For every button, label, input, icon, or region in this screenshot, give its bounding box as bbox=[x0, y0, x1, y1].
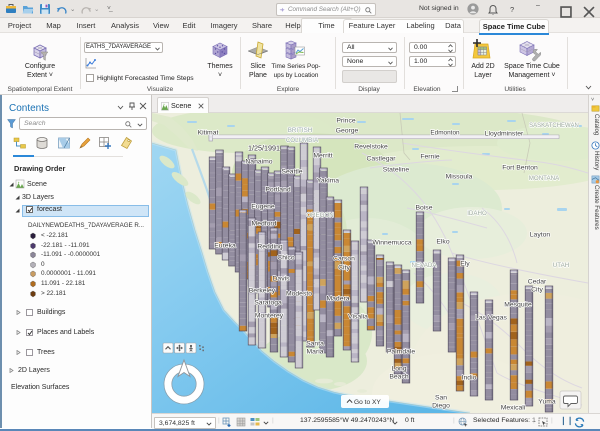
svg-text:Ely: Ely bbox=[460, 260, 470, 267]
svg-text:SASKATCHEWAN: SASKATCHEWAN bbox=[529, 123, 579, 129]
svg-text:Go to XY: Go to XY bbox=[354, 399, 381, 406]
svg-text:George: George bbox=[336, 127, 359, 134]
svg-text:Yuma: Yuma bbox=[538, 398, 556, 405]
svg-text:MONTANA: MONTANA bbox=[529, 175, 560, 182]
svg-text:Maria: Maria bbox=[307, 348, 324, 355]
svg-text:Seattle: Seattle bbox=[281, 168, 302, 175]
svg-text:Davis: Davis bbox=[273, 275, 291, 282]
svg-text:Eureka: Eureka bbox=[214, 242, 236, 249]
svg-text:Yakima: Yakima bbox=[317, 177, 339, 184]
svg-text:Saratoga: Saratoga bbox=[254, 299, 282, 306]
svg-text:Indio: Indio bbox=[462, 374, 477, 381]
svg-text:Fort Benton: Fort Benton bbox=[502, 164, 538, 171]
svg-text:Eugene: Eugene bbox=[251, 203, 275, 210]
svg-text:City: City bbox=[531, 286, 543, 293]
svg-text:Missoula: Missoula bbox=[446, 173, 473, 180]
svg-text:Carson: Carson bbox=[333, 255, 355, 262]
svg-text:Mexicali: Mexicali bbox=[501, 404, 526, 411]
svg-text:Lloydminster: Lloydminster bbox=[485, 130, 524, 137]
svg-text:Berkeley: Berkeley bbox=[249, 287, 276, 294]
svg-text:Visalia: Visalia bbox=[348, 313, 368, 320]
svg-text:Castlegar: Castlegar bbox=[366, 155, 396, 162]
svg-text:City: City bbox=[338, 264, 350, 271]
svg-text:Mesquite: Mesquite bbox=[504, 301, 532, 308]
svg-text:Santa: Santa bbox=[306, 340, 324, 347]
svg-text:Nanaimo: Nanaimo bbox=[245, 158, 272, 165]
svg-text:Palmdale: Palmdale bbox=[387, 348, 416, 355]
svg-text:COLUMBIA: COLUMBIA bbox=[286, 137, 319, 144]
svg-text:Layton: Layton bbox=[530, 231, 551, 238]
svg-text:Merritt: Merritt bbox=[313, 152, 332, 159]
svg-text:Winnemucca: Winnemucca bbox=[372, 239, 412, 246]
svg-text:Modesto: Modesto bbox=[286, 290, 312, 297]
svg-text:Elko: Elko bbox=[436, 238, 449, 245]
svg-text:Prince: Prince bbox=[336, 117, 355, 124]
svg-text:Revelstoke: Revelstoke bbox=[354, 143, 388, 150]
svg-text:Redding: Redding bbox=[257, 243, 283, 250]
svg-text:Kitimat: Kitimat bbox=[198, 129, 219, 136]
svg-text:Medford: Medford bbox=[252, 220, 277, 227]
svg-text:NEVADA: NEVADA bbox=[412, 262, 438, 269]
svg-text:Chico: Chico bbox=[277, 254, 295, 261]
svg-text:OREGON: OREGON bbox=[306, 212, 334, 219]
svg-text:Portland: Portland bbox=[265, 186, 291, 193]
svg-text:BRITISH: BRITISH bbox=[288, 127, 312, 134]
svg-text:IDAHO: IDAHO bbox=[467, 210, 487, 217]
svg-text:Boise: Boise bbox=[415, 204, 432, 211]
svg-text:Diego: Diego bbox=[432, 402, 450, 409]
svg-text:Las Vegas: Las Vegas bbox=[475, 314, 507, 321]
svg-text:Madera: Madera bbox=[326, 295, 349, 302]
svg-text:Beach: Beach bbox=[389, 373, 408, 380]
svg-text:Long: Long bbox=[391, 365, 406, 372]
svg-text:UTAH: UTAH bbox=[553, 262, 569, 269]
svg-text:Cedar: Cedar bbox=[528, 278, 547, 285]
svg-text:Stateline: Stateline bbox=[383, 166, 410, 173]
svg-text:Monterey: Monterey bbox=[255, 312, 284, 319]
svg-text:San: San bbox=[435, 394, 447, 401]
svg-text:Edmonton: Edmonton bbox=[430, 129, 460, 136]
svg-text:1/25/1991: 1/25/1991 bbox=[248, 144, 280, 153]
svg-text:Fernie: Fernie bbox=[420, 153, 439, 160]
